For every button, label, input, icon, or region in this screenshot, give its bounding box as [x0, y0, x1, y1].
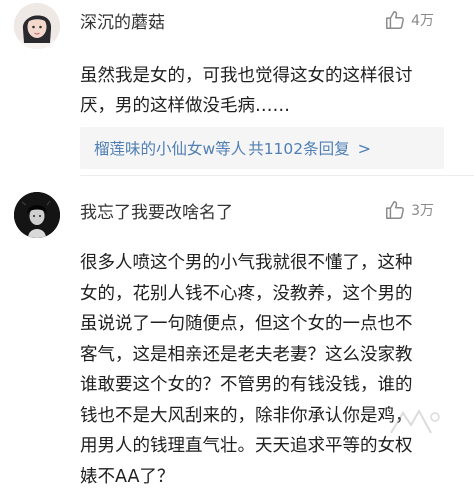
like-count: 4万 [411, 10, 434, 30]
avatar[interactable] [14, 3, 60, 49]
comment-text: 很多人喷这个男的小气我就很不懂了，这种 女的，花别人钱不心疼，没教养，这个男的 … [80, 248, 444, 492]
reply-count: 共1102条回复 [248, 137, 349, 159]
avatar-portrait-icon [14, 192, 60, 238]
replies-link[interactable]: 榴莲味的小仙女w等人 共1102条回复 > [80, 127, 444, 169]
chevron-right-icon: > [358, 139, 371, 158]
comment-line: 客气，这是相亲还是老夫老妻？这么没家教 [80, 340, 444, 371]
like-button[interactable]: 3万 [384, 199, 434, 221]
comment-text: 虽然我是女的，可我也觉得这女的这样很讨 厌，男的这样做没毛病…… [80, 61, 444, 121]
watermark-mark-icon [385, 405, 445, 441]
thumbs-up-icon [384, 199, 406, 221]
like-count: 3万 [411, 200, 434, 220]
avatar[interactable] [14, 192, 60, 238]
thumbs-up-icon [384, 9, 406, 31]
username[interactable]: 我忘了我要改啥名了 [80, 198, 233, 223]
username[interactable]: 深沉的蘑菇 [80, 8, 165, 33]
reply-users: 榴莲味的小仙女w等人 [94, 137, 246, 159]
comment-item: 深沉的蘑菇 4万 虽然我是女的，可我也觉得这女的这样很讨 厌，男的这样做没毛病…… [0, 0, 474, 176]
comment-line: 女的，花别人钱不心疼，没教养，这个男的 [80, 279, 444, 310]
comment-line: 虽说说了一句随便点，但这个女的一点也不 [80, 309, 444, 340]
like-button[interactable]: 4万 [384, 9, 434, 31]
avatar-portrait-icon [14, 3, 60, 49]
comment-line: 谁敢要这个女的？不管男的有钱没钱，谁的 [80, 370, 444, 401]
comment-line: 虽然我是女的，可我也觉得这女的这样很讨 [80, 61, 444, 91]
comment-line: 婊不AA了？ [80, 462, 444, 492]
comment-line: 厌，男的这样做没毛病…… [80, 91, 444, 121]
comment-line: 很多人喷这个男的小气我就很不懂了，这种 [80, 248, 444, 279]
